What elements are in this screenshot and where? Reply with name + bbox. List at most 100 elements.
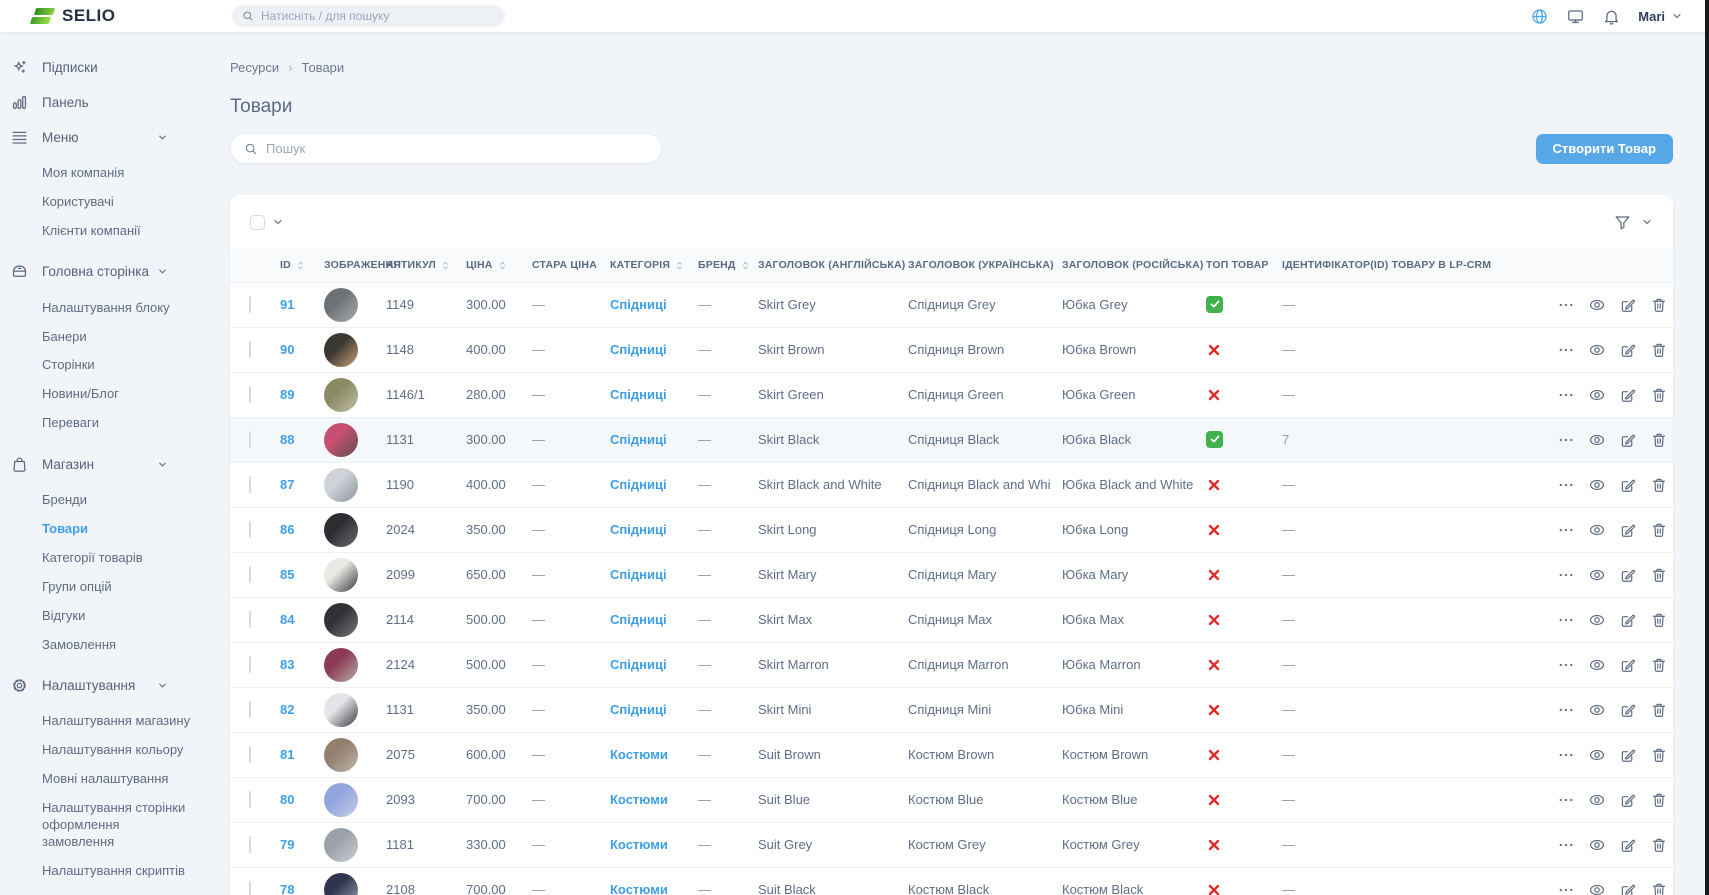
create-product-button[interactable]: Створити Товар: [1536, 134, 1673, 164]
sidebar-item[interactable]: Відгуки: [42, 602, 194, 631]
category-link[interactable]: Спідниці: [610, 522, 667, 537]
category-link[interactable]: Костюми: [610, 837, 668, 852]
view-eye-icon[interactable]: [1588, 746, 1606, 764]
app-logo[interactable]: SELIO: [30, 6, 116, 26]
product-image[interactable]: [324, 873, 358, 895]
row-checkbox[interactable]: [249, 836, 251, 853]
column-header[interactable]: ІДЕНТИФІКАТОР(ID) ТОВАРУ В LP-CRM: [1270, 249, 1545, 282]
more-actions-icon[interactable]: [1557, 836, 1575, 854]
delete-trash-icon[interactable]: [1650, 656, 1668, 674]
more-actions-icon[interactable]: [1557, 521, 1575, 539]
row-checkbox[interactable]: [249, 476, 251, 493]
filter-button[interactable]: [1613, 213, 1653, 232]
category-link[interactable]: Спідниці: [610, 387, 667, 402]
column-header[interactable]: ID: [268, 249, 312, 282]
sidebar-section[interactable]: Підписки: [10, 54, 172, 80]
product-id-link[interactable]: 81: [280, 747, 294, 762]
view-eye-icon[interactable]: [1588, 386, 1606, 404]
product-id-link[interactable]: 79: [280, 837, 294, 852]
sort-icon[interactable]: [440, 260, 451, 271]
sidebar-item[interactable]: Сторінки: [42, 351, 194, 380]
sidebar-section[interactable]: Головна сторінка: [10, 259, 172, 285]
edit-icon[interactable]: [1619, 701, 1637, 719]
sidebar-section[interactable]: Магазин: [10, 451, 172, 477]
sidebar-item[interactable]: Категорії товарів: [42, 544, 194, 573]
more-actions-icon[interactable]: [1557, 386, 1575, 404]
bell-icon[interactable]: [1602, 7, 1621, 26]
column-header[interactable]: ТОП ТОВАР: [1194, 249, 1270, 282]
product-image[interactable]: [324, 288, 358, 322]
category-link[interactable]: Спідниці: [610, 342, 667, 357]
product-image[interactable]: [324, 738, 358, 772]
delete-trash-icon[interactable]: [1650, 746, 1668, 764]
more-actions-icon[interactable]: [1557, 656, 1575, 674]
product-image[interactable]: [324, 378, 358, 412]
sidebar-section[interactable]: Панель: [10, 89, 172, 115]
delete-trash-icon[interactable]: [1650, 566, 1668, 584]
column-header[interactable]: СТАРА ЦІНА: [520, 249, 598, 282]
sidebar-section[interactable]: Меню: [10, 124, 172, 150]
sidebar-item[interactable]: Переваги: [42, 409, 194, 438]
product-id-link[interactable]: 85: [280, 567, 294, 582]
sidebar-item[interactable]: Товари: [42, 515, 194, 544]
product-id-link[interactable]: 82: [280, 702, 294, 717]
more-actions-icon[interactable]: [1557, 701, 1575, 719]
product-image[interactable]: [324, 828, 358, 862]
column-header[interactable]: ЗАГОЛОВОК (АНГЛІЙСЬКА): [746, 249, 896, 282]
category-link[interactable]: Спідниці: [610, 297, 667, 312]
sidebar-item[interactable]: Користувачі: [42, 188, 194, 217]
more-actions-icon[interactable]: [1557, 476, 1575, 494]
product-image[interactable]: [324, 423, 358, 457]
table-row[interactable]: 83 2124 500.00 — Спідниці — Skirt Marron…: [230, 642, 1673, 687]
table-search-input[interactable]: [266, 141, 648, 156]
product-id-link[interactable]: 80: [280, 792, 294, 807]
edit-icon[interactable]: [1619, 836, 1637, 854]
table-row[interactable]: 79 1181 330.00 — Костюми — Suit Grey Кос…: [230, 822, 1673, 867]
delete-trash-icon[interactable]: [1650, 791, 1668, 809]
table-row[interactable]: 87 1190 400.00 — Спідниці — Skirt Black …: [230, 462, 1673, 507]
delete-trash-icon[interactable]: [1650, 296, 1668, 314]
view-eye-icon[interactable]: [1588, 656, 1606, 674]
column-header[interactable]: АРТИКУЛ: [374, 249, 454, 282]
table-row[interactable]: 78 2108 700.00 — Костюми — Suit Black Ко…: [230, 867, 1673, 895]
row-checkbox[interactable]: [249, 431, 251, 448]
bulk-select-chevron-icon[interactable]: [272, 216, 284, 228]
view-eye-icon[interactable]: [1588, 836, 1606, 854]
column-header[interactable]: КАТЕГОРІЯ: [598, 249, 686, 282]
view-eye-icon[interactable]: [1588, 521, 1606, 539]
table-row[interactable]: 90 1148 400.00 — Спідниці — Skirt Brown …: [230, 327, 1673, 372]
product-id-link[interactable]: 83: [280, 657, 294, 672]
view-eye-icon[interactable]: [1588, 791, 1606, 809]
sort-icon[interactable]: [740, 260, 751, 271]
sidebar-item[interactable]: Групи опцій: [42, 573, 194, 602]
breadcrumb-item[interactable]: Товари: [302, 60, 345, 75]
delete-trash-icon[interactable]: [1650, 836, 1668, 854]
edit-icon[interactable]: [1619, 881, 1637, 895]
sidebar-item[interactable]: Моя компанія: [42, 159, 194, 188]
edit-icon[interactable]: [1619, 341, 1637, 359]
edit-icon[interactable]: [1619, 476, 1637, 494]
table-row[interactable]: 91 1149 300.00 — Спідниці — Skirt Grey С…: [230, 282, 1673, 327]
more-actions-icon[interactable]: [1557, 611, 1575, 629]
edit-icon[interactable]: [1619, 296, 1637, 314]
column-header[interactable]: ЗАГОЛОВОК (УКРАЇНСЬКА): [896, 249, 1050, 282]
sidebar-item[interactable]: Замовлення: [42, 631, 194, 660]
page-scrollbar[interactable]: [1705, 0, 1709, 895]
row-checkbox[interactable]: [249, 611, 251, 628]
sidebar-item[interactable]: Клієнти компанії: [42, 217, 194, 246]
category-link[interactable]: Спідниці: [610, 612, 667, 627]
delete-trash-icon[interactable]: [1650, 476, 1668, 494]
product-id-link[interactable]: 91: [280, 297, 294, 312]
column-header[interactable]: БРЕНД: [686, 249, 746, 282]
delete-trash-icon[interactable]: [1650, 341, 1668, 359]
sidebar-item[interactable]: Налаштування магазину: [42, 707, 194, 736]
product-image[interactable]: [324, 558, 358, 592]
sidebar-item[interactable]: Мовні налаштування: [42, 765, 194, 794]
table-row[interactable]: 80 2093 700.00 — Костюми — Suit Blue Кос…: [230, 777, 1673, 822]
product-id-link[interactable]: 84: [280, 612, 294, 627]
user-menu[interactable]: Mari: [1638, 9, 1683, 24]
product-id-link[interactable]: 87: [280, 477, 294, 492]
product-id-link[interactable]: 86: [280, 522, 294, 537]
table-row[interactable]: 86 2024 350.00 — Спідниці — Skirt Long С…: [230, 507, 1673, 552]
category-link[interactable]: Костюми: [610, 882, 668, 895]
